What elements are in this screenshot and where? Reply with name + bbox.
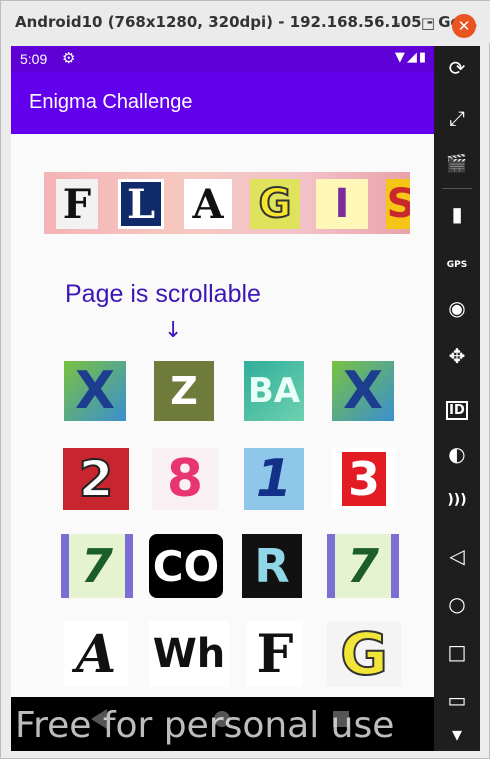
- gps-icon[interactable]: GPS: [434, 260, 480, 270]
- emulator-toolbar: ⟳ ⤢ 🎬 ▮ GPS ◉ ✥ ID ◐ ))) ◁ ○ □ ▭ ▾: [434, 46, 480, 751]
- letter-tile[interactable]: 2: [63, 448, 129, 510]
- letter-tile[interactable]: 1: [244, 448, 304, 510]
- tile-letter: 3: [341, 452, 386, 506]
- pixel-perfect-icon[interactable]: ⤢: [434, 106, 480, 130]
- status-bar: 5:09 ⚙ ▼◢▮: [11, 46, 434, 72]
- letter-tile[interactable]: F: [247, 621, 303, 687]
- screenrecord-icon[interactable]: 🎬: [434, 154, 480, 174]
- gear-icon: ⚙: [62, 49, 76, 67]
- android-nav-bar: Free for personal use: [11, 697, 434, 751]
- cast-icon[interactable]: ))): [434, 492, 480, 508]
- window-titlebar[interactable]: Android10 (768x1280, 320dpi) - 192.168.5…: [1, 1, 490, 43]
- disk-icon[interactable]: ◐: [434, 442, 480, 466]
- banner-letter: I: [316, 179, 368, 229]
- letter-tile[interactable]: 8: [152, 448, 218, 510]
- letter-tile[interactable]: CO: [149, 534, 223, 598]
- letter-tile[interactable]: G: [327, 621, 401, 687]
- down-arrow-icon: ↓: [164, 318, 183, 343]
- letter-tile[interactable]: Wh: [149, 621, 229, 687]
- scroll-hint-text: Page is scrollable: [65, 280, 261, 308]
- webcam-icon[interactable]: ◉: [434, 296, 480, 320]
- watermark-text: Free for personal use: [15, 705, 395, 746]
- letter-tile[interactable]: A: [64, 621, 128, 687]
- banner-letter: F: [56, 179, 98, 229]
- banner-letter: A: [184, 179, 232, 229]
- dpad-icon[interactable]: ✥: [434, 344, 480, 368]
- window-title: Android10 (768x1280, 320dpi) - 192.168.5…: [15, 13, 478, 31]
- letter-tile[interactable]: BA: [244, 361, 304, 421]
- id-icon[interactable]: ID: [446, 401, 468, 420]
- letter-tile[interactable]: 7: [61, 534, 133, 598]
- status-icons: ▼◢▮: [394, 50, 428, 65]
- toolbar-divider: [442, 188, 472, 189]
- battery-icon[interactable]: ▮: [434, 202, 480, 226]
- banner-letter: G: [250, 179, 300, 229]
- home-icon[interactable]: ○: [434, 592, 480, 616]
- flag-banner-image: F L A G I S: [44, 172, 410, 234]
- banner-letter: L: [118, 179, 164, 229]
- app-bar: Enigma Challenge: [11, 72, 434, 134]
- phone-screen: 5:09 ⚙ ▼◢▮ Enigma Challenge F L A G I S …: [11, 46, 434, 751]
- letter-tile[interactable]: X: [64, 361, 126, 421]
- menu-icon[interactable]: ▭: [434, 688, 480, 712]
- letter-tile[interactable]: X: [332, 361, 394, 421]
- recents-icon[interactable]: □: [434, 640, 480, 664]
- letter-tile[interactable]: R: [242, 534, 302, 598]
- back-icon[interactable]: ◁: [434, 544, 480, 568]
- maximize-button[interactable]: □: [419, 14, 437, 32]
- banner-letter: S: [386, 179, 410, 229]
- app-title: Enigma Challenge: [29, 91, 193, 113]
- close-button[interactable]: ✕: [452, 14, 476, 38]
- letter-tile[interactable]: 3: [332, 448, 396, 510]
- letter-tile[interactable]: 7: [327, 534, 399, 598]
- letter-tile[interactable]: Z: [154, 361, 214, 421]
- minimize-button[interactable]: –: [388, 14, 406, 32]
- emulator-window: Android10 (768x1280, 320dpi) - 192.168.5…: [0, 0, 490, 759]
- status-time: 5:09: [20, 51, 48, 67]
- chevron-down-icon[interactable]: ▾: [434, 722, 480, 746]
- rotate-icon[interactable]: ⟳: [434, 56, 480, 80]
